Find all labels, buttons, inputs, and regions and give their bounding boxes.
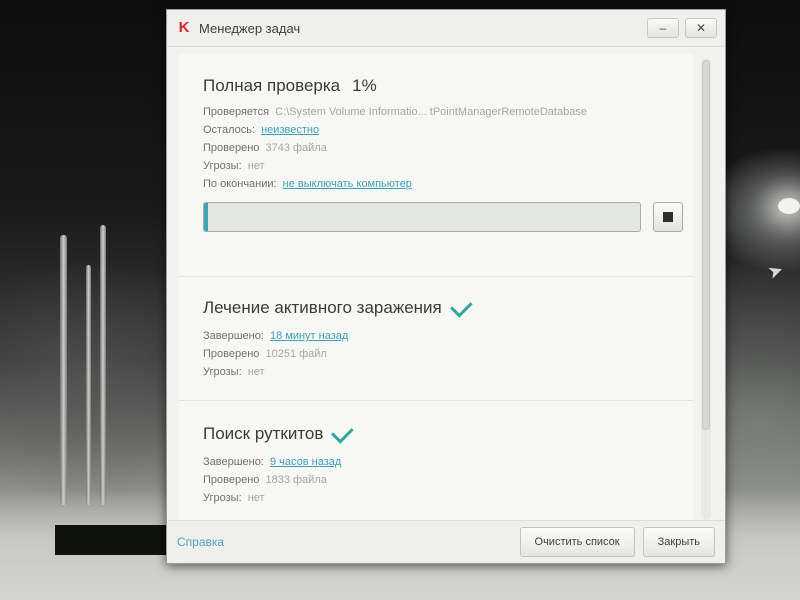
threats-value: нет xyxy=(247,160,265,172)
checked-count: 10251 файл xyxy=(265,348,327,360)
window-title: Менеджер задач xyxy=(199,20,301,36)
threats-label: Угрозы: xyxy=(203,366,242,378)
checkmark-icon xyxy=(331,420,355,444)
divider xyxy=(179,276,693,277)
minimize-button[interactable]: – xyxy=(647,18,679,38)
threats-label: Угрозы: xyxy=(203,492,242,504)
tree-trunk xyxy=(100,225,106,505)
street-light xyxy=(778,198,800,214)
scan-percent: 1% xyxy=(352,76,377,95)
task-manager-window: K Менеджер задач – ✕ Полная проверка 1% … xyxy=(166,9,726,564)
completed-link[interactable]: 18 минут назад xyxy=(270,330,348,342)
checked-label: Проверено xyxy=(203,474,260,486)
remaining-label: Осталось: xyxy=(203,124,256,136)
tree-trunk xyxy=(60,235,67,505)
scan-progress-fill xyxy=(204,203,209,231)
divider xyxy=(179,400,693,401)
task-title: Поиск руткитов xyxy=(203,424,324,443)
scanning-label: Проверяется xyxy=(203,106,270,118)
remaining-link[interactable]: неизвестно xyxy=(261,124,319,136)
tree-trunk xyxy=(86,265,91,505)
task-title: Полная проверка xyxy=(203,76,341,95)
on-finish-link[interactable]: не выключать компьютер xyxy=(283,178,412,190)
window-footer: Справка Очистить список Закрыть xyxy=(167,520,725,563)
stop-icon xyxy=(663,212,674,222)
on-finish-label: По окончании: xyxy=(203,178,277,190)
threats-label: Угрозы: xyxy=(203,160,242,172)
completed-label: Завершено: xyxy=(203,456,264,468)
vertical-scrollbar[interactable] xyxy=(701,58,711,520)
kaspersky-logo-icon: K xyxy=(178,19,190,36)
task-rootkit-search: Поиск руткитов Завершено: 9 часов назад … xyxy=(203,420,683,504)
task-full-scan: Полная проверка 1% Проверяется C:\System… xyxy=(203,76,683,232)
task-list: Полная проверка 1% Проверяется C:\System… xyxy=(179,54,693,522)
checked-count: 1833 файла xyxy=(265,474,327,486)
stop-scan-button[interactable] xyxy=(653,202,683,232)
scanning-path: C:\System Volume Informatio... tPointMan… xyxy=(275,106,587,118)
clear-list-button[interactable]: Очистить список xyxy=(519,527,635,557)
task-active-infection: Лечение активного заражения Завершено: 1… xyxy=(203,294,683,378)
close-window-button[interactable]: ✕ xyxy=(685,18,717,38)
threats-value: нет xyxy=(247,366,265,378)
completed-link[interactable]: 9 часов назад xyxy=(270,456,341,468)
completed-label: Завершено: xyxy=(203,330,264,342)
close-button[interactable]: Закрыть xyxy=(642,527,715,557)
checked-count: 3743 файла xyxy=(265,142,327,154)
checked-label: Проверено xyxy=(203,348,260,360)
checked-label: Проверено xyxy=(203,142,260,154)
checkmark-icon xyxy=(449,294,473,318)
title-bar[interactable]: K Менеджер задач – ✕ xyxy=(167,10,725,47)
scan-progress-bar xyxy=(203,202,642,232)
threats-value: нет xyxy=(247,492,265,504)
help-link[interactable]: Справка xyxy=(177,535,512,549)
scrollbar-thumb[interactable] xyxy=(702,60,710,430)
task-title: Лечение активного заражения xyxy=(203,298,442,317)
